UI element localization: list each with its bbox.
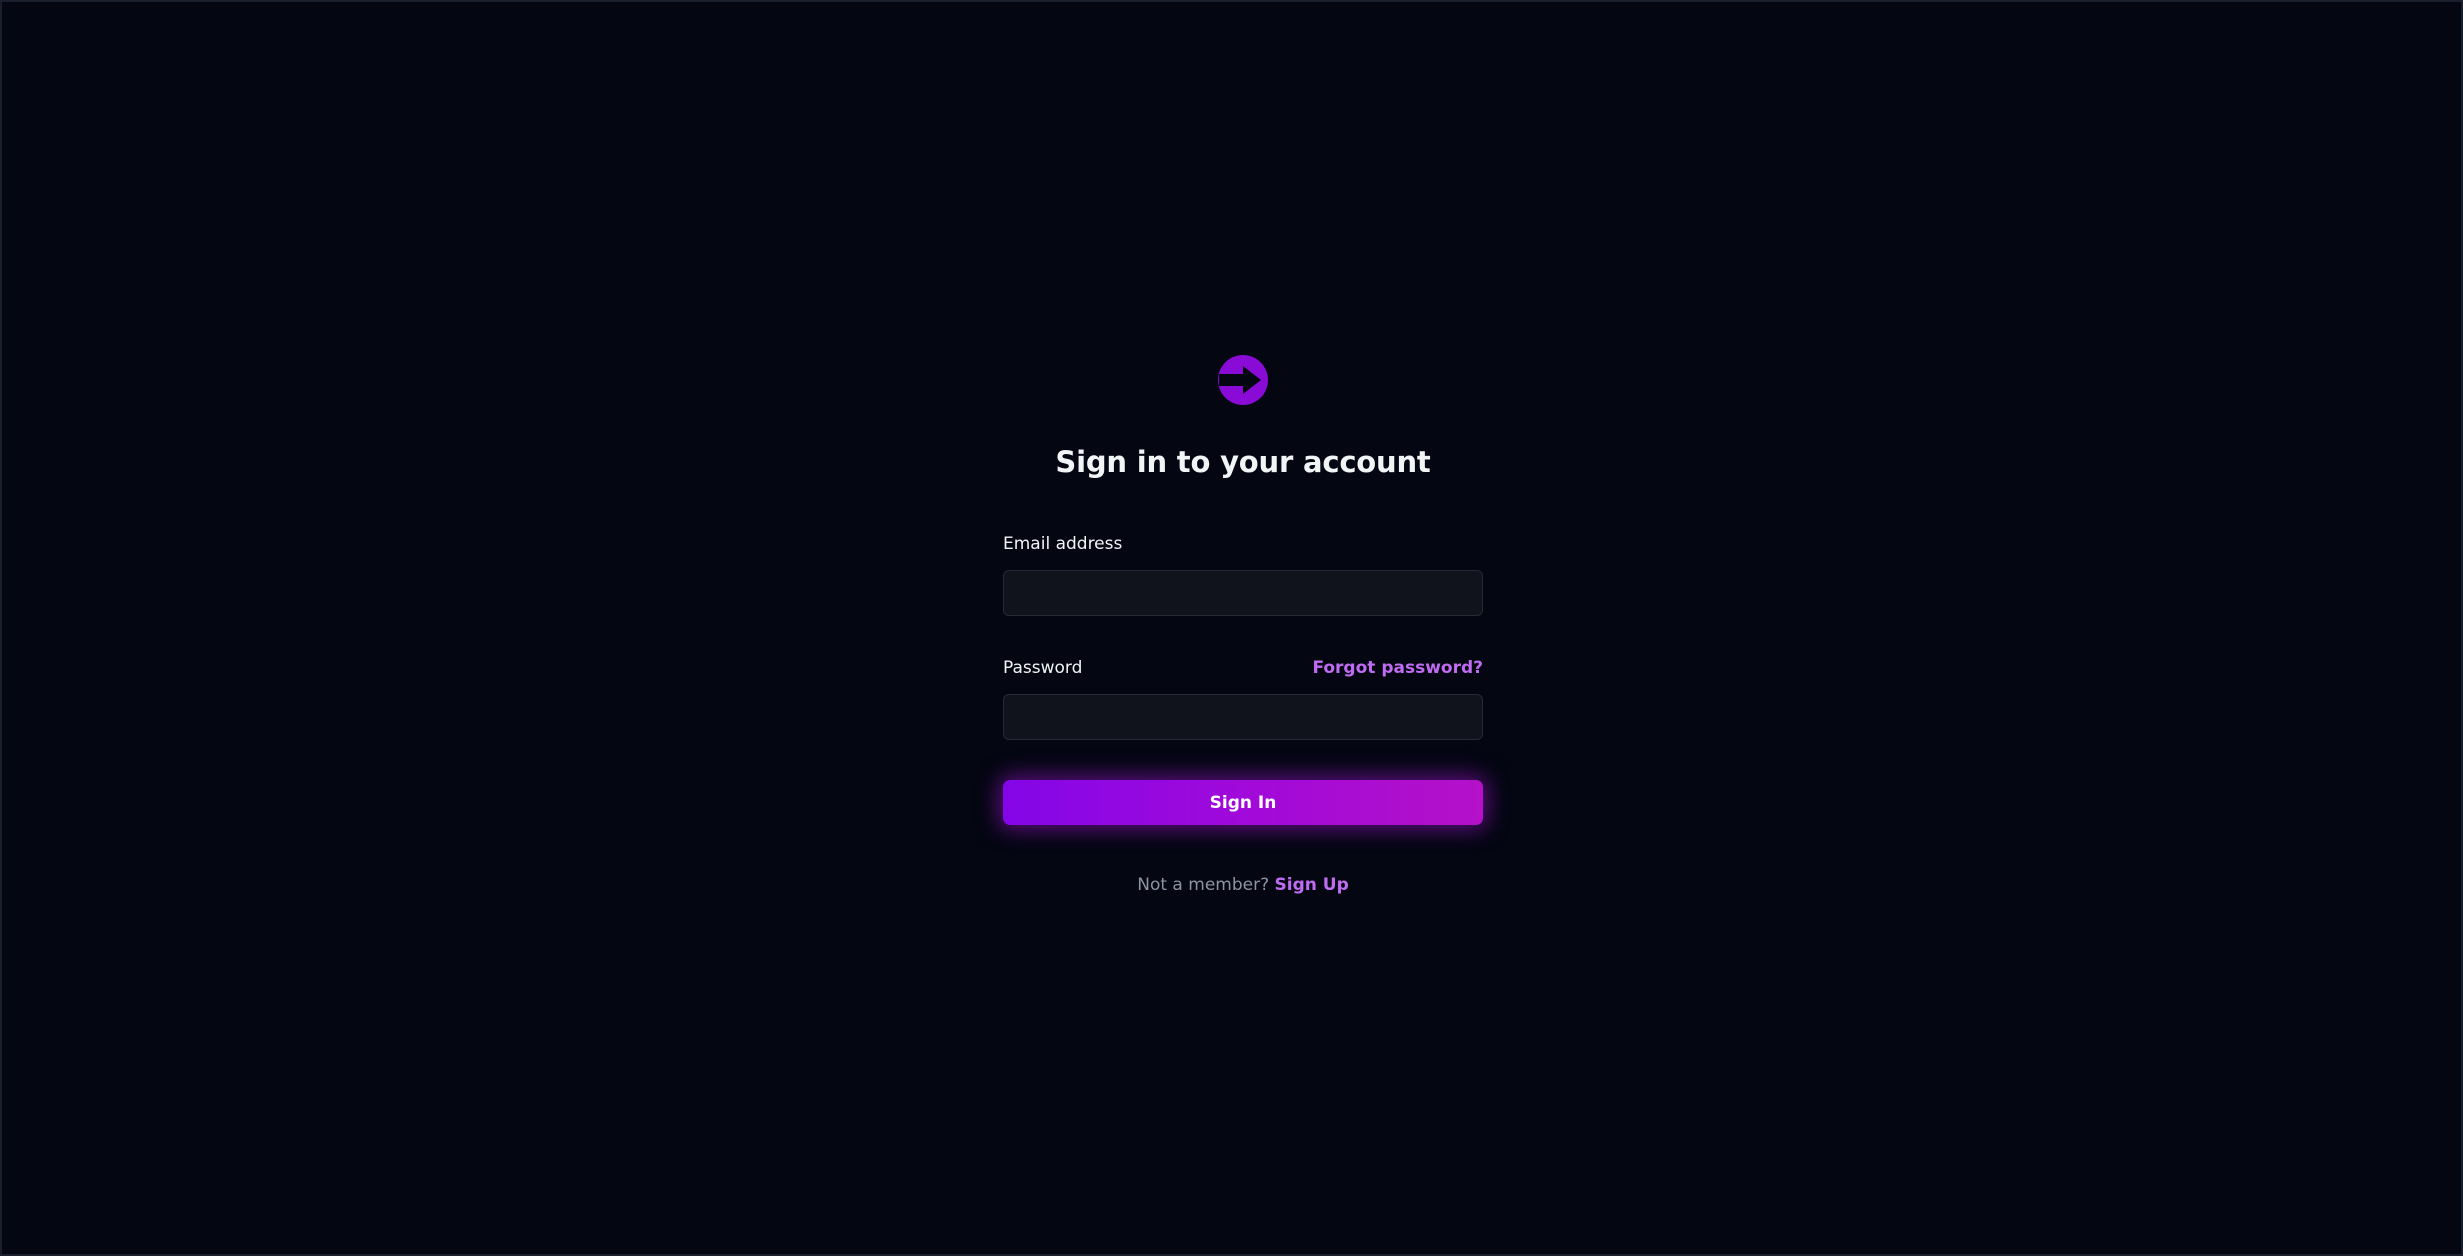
sign-in-button[interactable]: Sign In [1003, 780, 1483, 825]
arrow-circle-icon [1218, 355, 1268, 405]
signup-prompt: Not a member? Sign Up [1003, 875, 1483, 895]
password-label: Password [1003, 658, 1083, 678]
logo [1003, 354, 1483, 406]
email-field-group: Email address [1003, 532, 1483, 616]
sign-in-page: Sign in to your account Email address Pa… [0, 0, 2463, 1256]
forgot-password-link[interactable]: Forgot password? [1312, 658, 1483, 678]
password-field-group: Password Forgot password? [1003, 656, 1483, 740]
password-field[interactable] [1003, 694, 1483, 740]
page-title: Sign in to your account [1055, 445, 1431, 479]
email-label: Email address [1003, 534, 1123, 554]
email-field[interactable] [1003, 570, 1483, 616]
signup-prompt-text: Not a member? [1137, 875, 1270, 895]
sign-in-card: Sign in to your account Email address Pa… [1003, 354, 1483, 895]
sign-up-link[interactable]: Sign Up [1275, 875, 1349, 895]
